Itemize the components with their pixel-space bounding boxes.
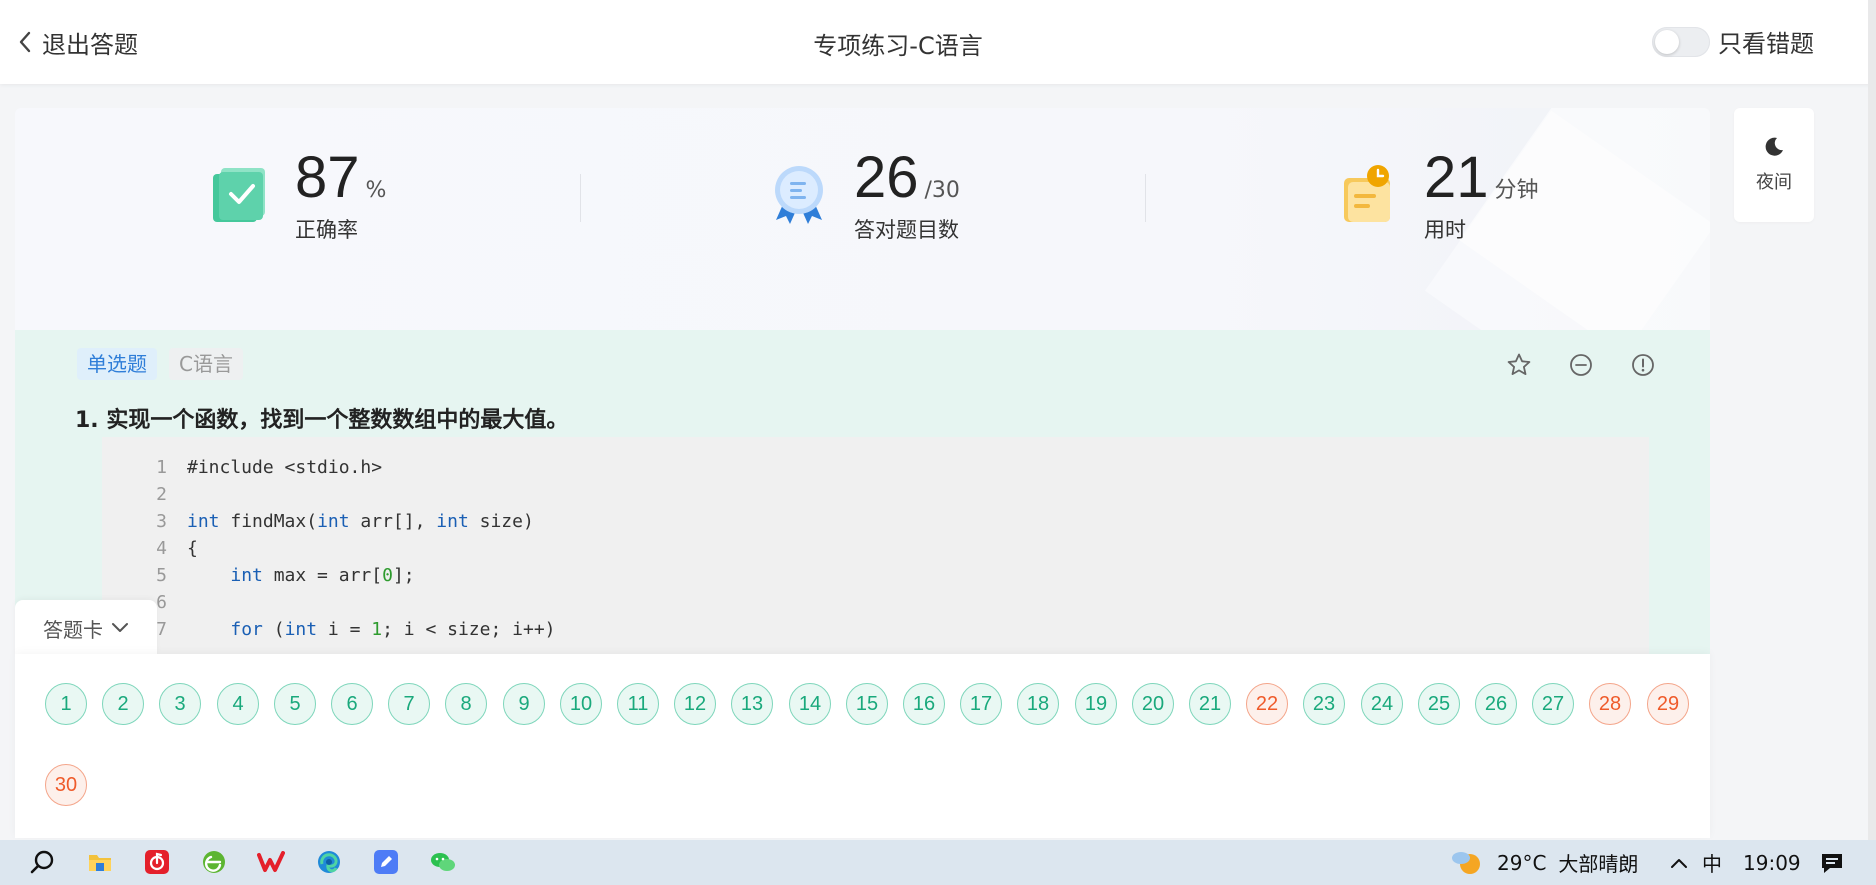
question-tags: 单选题 C语言	[77, 348, 255, 380]
page-title: 专项练习-C语言	[813, 32, 983, 60]
scrollbar[interactable]	[1868, 0, 1876, 840]
wrong-only-toggle[interactable]	[1652, 26, 1710, 57]
code-line: 2	[102, 482, 187, 508]
time-used-value: 21	[1424, 145, 1489, 210]
top-header: 退出答题 专项练习-C语言 只看错题	[0, 0, 1876, 84]
search-icon[interactable]	[26, 846, 58, 878]
line-number: 1	[156, 457, 167, 478]
question-number-button[interactable]: 18	[1017, 683, 1059, 725]
question-number-button[interactable]: 5	[274, 683, 316, 725]
code-line: 3 int findMax(int arr[], int size)	[102, 509, 534, 535]
question-number-button[interactable]: 23	[1303, 683, 1345, 725]
code-line: 5 int max = arr[0];	[102, 563, 414, 589]
question-number-button[interactable]: 16	[903, 683, 945, 725]
line-number: 3	[156, 511, 167, 532]
question-number-button[interactable]: 7	[388, 683, 430, 725]
time-used-stat: 21 分钟 用时	[1340, 146, 1539, 244]
line-number: 4	[156, 538, 167, 559]
windows-taskbar: 29°C 大部晴朗 中 19:09	[0, 840, 1876, 885]
question-number-button[interactable]: 12	[674, 683, 716, 725]
time-used-unit: 分钟	[1494, 178, 1539, 203]
question-number-button[interactable]: 8	[445, 683, 487, 725]
question-number-button[interactable]: 13	[731, 683, 773, 725]
question-number-button[interactable]: 14	[789, 683, 831, 725]
weather-icon[interactable]	[1450, 846, 1482, 878]
answer-card-tab[interactable]: 答题卡	[15, 600, 157, 656]
browser-icon[interactable]	[198, 846, 230, 878]
line-number: 2	[156, 484, 167, 505]
question-number-button[interactable]: 11	[617, 683, 659, 725]
tray-overflow-icon[interactable]	[1670, 840, 1688, 885]
file-explorer-icon[interactable]	[84, 846, 116, 878]
netease-music-icon[interactable]	[141, 846, 173, 878]
moon-icon	[1765, 137, 1783, 156]
correct-count-stat: 26/30 答对题目数	[770, 146, 960, 244]
accuracy-label: 正确率	[295, 218, 358, 242]
report-icon[interactable]	[1630, 352, 1656, 378]
question-number-button[interactable]: 3	[159, 683, 201, 725]
accuracy-stat: 87% 正确率	[211, 146, 386, 244]
wps-office-icon[interactable]	[255, 846, 287, 878]
weather-widget[interactable]: 29°C 大部晴朗	[1497, 840, 1638, 885]
weather-desc: 大部晴朗	[1558, 852, 1639, 876]
result-stats-panel: 87% 正确率 26/30 答对题目数 21 分钟 用时	[15, 108, 1710, 330]
code-line: 1 #include <stdio.h>	[102, 455, 382, 481]
question-number-button[interactable]: 22	[1246, 683, 1288, 725]
weather-temp: 29°C	[1497, 850, 1547, 875]
clock-notepad-icon	[1344, 165, 1390, 222]
medal-icon	[775, 166, 823, 224]
question-number-button[interactable]: 26	[1475, 683, 1517, 725]
question-number-button[interactable]: 21	[1189, 683, 1231, 725]
code-line: 4{	[102, 536, 198, 562]
night-mode-button[interactable]: 夜间	[1734, 108, 1814, 222]
question-number-button[interactable]: 27	[1532, 683, 1574, 725]
correct-count-unit: /30	[924, 178, 960, 203]
chevron-down-icon	[112, 623, 128, 632]
question-number-button[interactable]: 15	[846, 683, 888, 725]
toggle-knob	[1655, 29, 1679, 54]
answer-card-label: 答题卡	[43, 617, 103, 642]
question-number-button[interactable]: 1	[45, 683, 87, 725]
ime-indicator[interactable]: 中	[1702, 840, 1722, 885]
time-used-label: 用时	[1424, 218, 1466, 242]
question-number-button[interactable]: 9	[503, 683, 545, 725]
notification-icon[interactable]	[1820, 840, 1844, 885]
question-number-button[interactable]: 24	[1361, 683, 1403, 725]
language-tag: C语言	[169, 348, 243, 380]
question-number-button[interactable]: 6	[331, 683, 373, 725]
answer-card-panel: 1 2 3 4 5 6 7 8 9 10 11 12 13 14 15 16 17 18 19 20 21 22 23 24 2…	[15, 654, 1710, 838]
question-number-button[interactable]: 19	[1075, 683, 1117, 725]
accuracy-value: 87	[295, 145, 360, 210]
code-line: 7 for (int i = 1; i < size; i++)	[102, 617, 555, 643]
question-number-button[interactable]: 25	[1418, 683, 1460, 725]
checkmark-book-icon	[213, 168, 265, 222]
divider	[580, 174, 581, 222]
question-number-button[interactable]: 17	[960, 683, 1002, 725]
edge-browser-icon[interactable]	[313, 846, 345, 878]
question-number-button[interactable]: 28	[1589, 683, 1631, 725]
question-number-button[interactable]: 2	[102, 683, 144, 725]
divider	[1145, 174, 1146, 222]
wrong-only-label: 只看错题	[1718, 30, 1814, 58]
wechat-icon[interactable]	[427, 846, 459, 878]
clock[interactable]: 19:09	[1743, 840, 1801, 885]
question-number-button[interactable]: 4	[217, 683, 259, 725]
question-panel: 单选题 C语言 1. 实现一个函数，找到一个整数数组中的最大值。 1 #inclu…	[15, 330, 1710, 717]
wrong-only-toggle-group[interactable]: 只看错题	[1652, 24, 1814, 59]
remove-icon[interactable]	[1568, 352, 1594, 378]
correct-count-label: 答对题目数	[854, 218, 959, 242]
question-number-button[interactable]: 20	[1132, 683, 1174, 725]
question-type-tag: 单选题	[77, 348, 157, 380]
question-actions	[1470, 352, 1656, 378]
question-number-button[interactable]: 29	[1647, 683, 1689, 725]
notes-app-icon[interactable]	[370, 846, 402, 878]
question-number-button[interactable]: 30	[45, 764, 87, 806]
star-icon[interactable]	[1506, 352, 1532, 378]
question-number-button[interactable]: 10	[560, 683, 602, 725]
night-mode-label: 夜间	[1756, 172, 1792, 193]
accuracy-unit: %	[365, 178, 387, 203]
question-text: 1. 实现一个函数，找到一个整数数组中的最大值。	[75, 408, 569, 433]
correct-count-value: 26	[854, 145, 919, 210]
line-number: 5	[156, 565, 167, 586]
